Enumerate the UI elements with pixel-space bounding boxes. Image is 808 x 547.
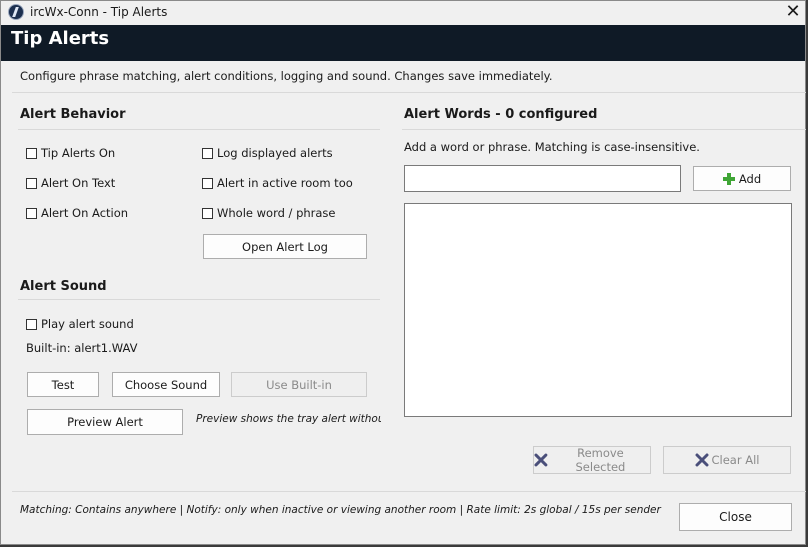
checkbox-box[interactable]: [26, 318, 37, 330]
checkbox-label: Log displayed alerts: [217, 146, 333, 160]
checkbox-label: Alert On Action: [41, 206, 129, 220]
checkbox-box[interactable]: [202, 147, 213, 159]
description-text: Configure phrase matching, alert conditi…: [20, 69, 553, 83]
app-icon: [8, 4, 24, 20]
alert-in-active-room-checkbox[interactable]: Alert in active room too: [202, 176, 353, 190]
checkbox-label: Alert in active room too: [217, 176, 353, 190]
footer-summary: Matching: Contains anywhere | Notify: on…: [20, 504, 661, 516]
alert-behavior-title: Alert Behavior: [20, 107, 126, 122]
play-alert-sound-checkbox[interactable]: Play alert sound: [26, 317, 134, 331]
clear-x-icon: [695, 453, 708, 467]
checkbox-label: Whole word / phrase: [217, 206, 336, 220]
alert-on-text-checkbox[interactable]: Alert On Text: [26, 176, 115, 190]
add-word-button[interactable]: Add: [693, 166, 791, 191]
tip-alerts-on-checkbox[interactable]: Tip Alerts On: [26, 146, 115, 160]
alert-words-title: Alert Words - 0 configured: [404, 107, 598, 122]
alert-sound-title: Alert Sound: [20, 279, 107, 294]
preview-note: Preview shows the tray alert without: [196, 413, 381, 425]
checkbox-box[interactable]: [26, 147, 37, 159]
dialog-header: [1, 25, 805, 61]
alert-on-action-checkbox[interactable]: Alert On Action: [26, 206, 128, 220]
window-title: ircWx-Conn - Tip Alerts: [30, 5, 168, 19]
footer-divider: [12, 491, 806, 492]
open-alert-log-button[interactable]: Open Alert Log: [203, 234, 367, 259]
clear-all-button[interactable]: Clear All: [663, 446, 791, 474]
checkbox-box[interactable]: [26, 177, 37, 189]
checkbox-box[interactable]: [202, 177, 213, 189]
dialog-header-title: Tip Alerts: [11, 28, 110, 49]
alert-words-hint: Add a word or phrase. Matching is case-i…: [404, 140, 700, 154]
choose-sound-button[interactable]: Choose Sound: [112, 372, 220, 397]
alert-words-list[interactable]: [404, 203, 792, 417]
remove-selected-button[interactable]: Remove Selected: [533, 446, 651, 474]
alert-sound-divider: [18, 299, 380, 300]
checkbox-label: Tip Alerts On: [41, 146, 116, 160]
use-builtin-button[interactable]: Use Built-in: [231, 372, 367, 397]
builtin-sound-text: Built-in: alert1.WAV: [26, 341, 138, 355]
description-divider: [12, 92, 806, 93]
alert-behavior-divider: [18, 129, 380, 130]
alert-word-input[interactable]: [404, 165, 681, 192]
remove-x-icon: [534, 453, 548, 467]
checkbox-label: Alert On Text: [41, 176, 116, 190]
remove-selected-label: Remove Selected: [575, 446, 626, 474]
close-button[interactable]: Close: [679, 503, 792, 531]
checkbox-box[interactable]: [26, 207, 37, 219]
whole-word-phrase-checkbox[interactable]: Whole word / phrase: [202, 206, 336, 220]
add-word-label: Add: [738, 171, 762, 186]
alert-words-divider: [402, 129, 806, 130]
add-plus-icon: [722, 172, 735, 185]
clear-all-label: Clear All: [711, 453, 760, 467]
log-displayed-alerts-checkbox[interactable]: Log displayed alerts: [202, 146, 333, 160]
test-sound-button[interactable]: Test: [27, 372, 99, 397]
checkbox-label: Play alert sound: [41, 317, 134, 331]
checkbox-box[interactable]: [202, 207, 213, 219]
preview-alert-button[interactable]: Preview Alert: [27, 409, 183, 435]
window-close-icon[interactable]: ✕: [780, 1, 806, 25]
